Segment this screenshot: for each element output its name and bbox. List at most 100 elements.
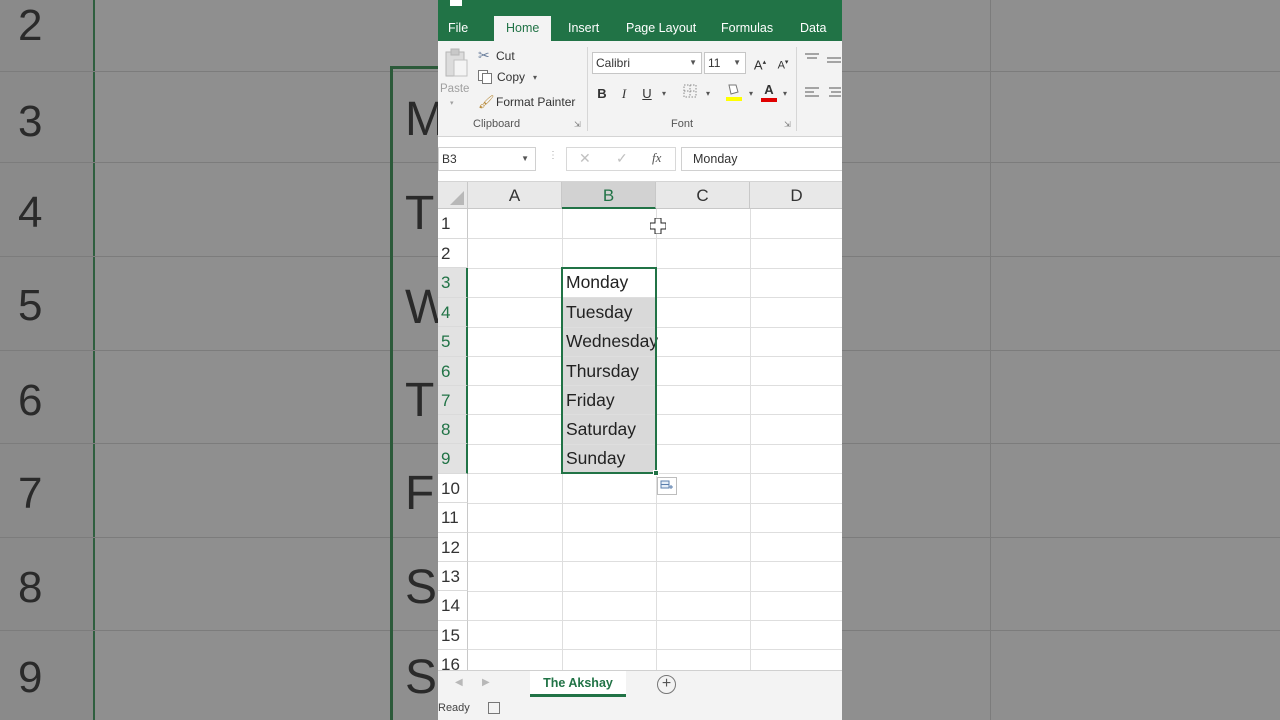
format-painter-label: Format Painter	[496, 95, 576, 109]
paint-bucket-icon	[726, 84, 742, 101]
sheet-tab-the-akshay[interactable]: The Akshay	[530, 671, 626, 697]
row-header[interactable]: 16	[438, 650, 468, 670]
background-row-number: 8	[18, 563, 43, 612]
column-header-c[interactable]: C	[656, 182, 750, 209]
paste-dropdown-icon[interactable]: ▾	[450, 99, 454, 107]
row-header[interactable]: 2	[438, 239, 468, 268]
status-bar: Ready	[438, 698, 842, 720]
background-cell-letter: T	[405, 374, 435, 427]
chevron-down-icon: ▼	[689, 58, 697, 67]
borders-dropdown-icon[interactable]: ▾	[699, 84, 717, 104]
background-row-number: 5	[18, 281, 43, 330]
underline-dropdown-icon[interactable]: ▾	[655, 84, 673, 104]
background-cell-letter: W	[405, 281, 438, 334]
row-header[interactable]: 7	[438, 386, 468, 415]
tab-home[interactable]: Home	[494, 16, 552, 41]
background-gridline	[842, 630, 1280, 631]
gridline	[468, 238, 842, 239]
italic-button[interactable]: I	[615, 84, 633, 104]
copy-button[interactable]: Copy ▾	[478, 70, 537, 84]
insert-function-button[interactable]: fx	[652, 150, 661, 166]
page-layout-icon[interactable]	[488, 702, 500, 714]
background-row-number: 7	[18, 469, 43, 518]
background-row-number: 3	[18, 97, 43, 146]
sheet-tab-bar: ◀ ▶ The Akshay +	[438, 670, 842, 698]
shrink-font-icon: A	[777, 59, 785, 72]
fill-color-dropdown-icon[interactable]: ▾	[742, 84, 760, 104]
sheet-prev-icon[interactable]: ◀	[455, 677, 463, 688]
row-header[interactable]: 14	[438, 591, 468, 621]
font-size-dropdown[interactable]: 11 ▼	[704, 52, 746, 74]
clipboard-launcher-icon[interactable]: ⇲	[574, 120, 581, 129]
row-header[interactable]: 8	[438, 415, 468, 444]
gridline	[468, 649, 842, 650]
row-header[interactable]: 10	[438, 474, 468, 503]
borders-button[interactable]	[681, 84, 699, 104]
font-launcher-icon[interactable]: ⇲	[784, 120, 791, 129]
font-color-dropdown-icon[interactable]: ▾	[776, 84, 794, 104]
paste-icon	[445, 48, 468, 77]
gridline	[468, 532, 842, 533]
background-gridline	[842, 162, 1280, 163]
enter-icon[interactable]: ✓	[616, 150, 628, 167]
tab-insert[interactable]: Insert	[560, 16, 607, 41]
name-box[interactable]: B3 ▼	[438, 147, 536, 171]
autofill-options-icon	[660, 480, 673, 489]
autofill-options-button[interactable]	[657, 477, 677, 495]
column-header-b[interactable]: B	[562, 182, 656, 209]
gridline	[750, 209, 751, 670]
bold-button[interactable]: B	[593, 84, 611, 104]
formula-input[interactable]: Monday	[681, 147, 842, 171]
paintbrush-icon: 🖌	[478, 94, 495, 109]
fill-color-button[interactable]	[725, 82, 743, 102]
background-gridline	[0, 162, 438, 163]
row-header[interactable]: 3	[438, 268, 468, 298]
decrease-font-size-button[interactable]: A▾	[774, 53, 792, 73]
background-gridline	[842, 350, 1280, 351]
row-header[interactable]: 15	[438, 621, 468, 650]
align-left-button[interactable]	[803, 84, 821, 104]
tab-file[interactable]: File	[440, 16, 476, 41]
row-header[interactable]: 1	[438, 209, 468, 239]
align-top-button[interactable]	[803, 51, 821, 71]
column-header-a[interactable]: A	[468, 182, 562, 209]
row-header[interactable]: 9	[438, 444, 468, 474]
cut-button[interactable]: ✂ Cut	[478, 47, 515, 64]
cancel-icon[interactable]: ✕	[579, 150, 591, 167]
row-header[interactable]: 13	[438, 562, 468, 591]
tab-page-layout[interactable]: Page Layout	[618, 16, 704, 41]
align-middle-button[interactable]	[825, 53, 842, 73]
background-gridline	[0, 443, 438, 444]
gridline	[468, 591, 842, 592]
tab-data[interactable]: Data	[792, 16, 834, 41]
fill-handle[interactable]	[653, 470, 659, 476]
spreadsheet-grid[interactable]: A B C D 1 2 3 4 5 6 7 8 9 10 11 12 13 14…	[438, 182, 842, 670]
row-header[interactable]: 4	[438, 298, 468, 327]
align-center-icon	[829, 87, 841, 97]
select-all-button[interactable]	[438, 182, 468, 209]
row-header[interactable]: 5	[438, 327, 468, 357]
font-name-dropdown[interactable]: Calibri ▼	[592, 52, 702, 74]
row-header[interactable]: 11	[438, 503, 468, 533]
save-icon[interactable]	[450, 0, 462, 6]
column-header-d[interactable]: D	[750, 182, 842, 209]
copy-dropdown-icon[interactable]: ▾	[533, 73, 537, 82]
background-cell-letter: T	[405, 187, 435, 240]
add-sheet-button[interactable]: +	[657, 675, 676, 694]
copy-label: Copy	[497, 70, 526, 84]
gridline	[468, 503, 842, 504]
align-center-button[interactable]	[825, 84, 842, 104]
paste-button[interactable]	[443, 47, 471, 81]
format-painter-button[interactable]: 🖌 Format Painter	[478, 94, 575, 110]
background-gridline	[0, 350, 438, 351]
row-header[interactable]: 6	[438, 357, 468, 386]
align-left-icon	[805, 87, 819, 97]
align-top-icon	[805, 53, 819, 59]
sheet-next-icon[interactable]: ▶	[482, 677, 490, 688]
cut-label: Cut	[496, 48, 515, 63]
increase-font-size-button[interactable]: A▴	[751, 53, 769, 73]
tab-formulas[interactable]: Formulas	[713, 16, 781, 41]
row-header[interactable]: 12	[438, 533, 468, 562]
underline-button[interactable]: U	[638, 84, 656, 104]
background-gridline	[842, 537, 1280, 538]
